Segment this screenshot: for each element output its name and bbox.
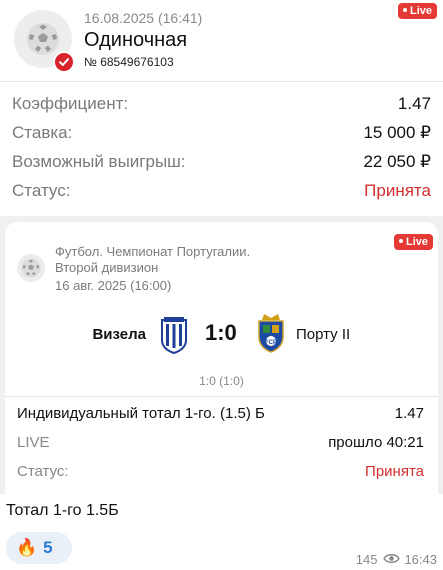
league-name: Футбол. Чемпионат Португалии. Второй див… — [55, 244, 250, 276]
bet-date: 16.08.2025 (16:41) — [84, 10, 203, 26]
svg-text:FCP: FCP — [265, 340, 277, 346]
eye-icon — [383, 552, 401, 567]
status-value: Принята — [364, 181, 431, 200]
soccer-ball-icon — [17, 254, 45, 282]
fire-reaction-button[interactable]: 🔥 5 — [6, 532, 72, 564]
event-live-badge: Live — [393, 234, 433, 250]
fire-icon: 🔥 — [16, 538, 38, 557]
bet-summary: Коэффициент: 1.47 Ставка: 15 000 ₽ Возмо… — [0, 82, 443, 216]
message-meta: 145 16:43 — [356, 552, 437, 567]
view-count: 145 — [355, 552, 378, 567]
status-label: Статус: — [12, 181, 71, 200]
market-row: Индивидуальный тотал 1-го. (1.5) Б 1.47 — [17, 405, 424, 425]
win-label: Возможный выигрыш: — [12, 152, 186, 171]
divider — [5, 396, 438, 397]
halftime-score: 1:0 (1:0) — [199, 374, 244, 388]
league-line-2: Второй дивизион — [55, 260, 159, 275]
league-line-1: Футбол. Чемпионат Португалии. — [55, 244, 251, 259]
live-badge: Live — [397, 3, 437, 19]
live-row: LIVE прошло 40:21 — [17, 434, 424, 454]
away-team-crest-icon: FCP — [255, 312, 287, 359]
status-row: Статус: Принята — [12, 181, 431, 205]
coef-row: Коэффициент: 1.47 — [12, 94, 431, 118]
check-badge-icon — [53, 51, 75, 73]
win-row: Возможный выигрыш: 22 050 ₽ — [12, 152, 431, 176]
market-name: Индивидуальный тотал 1-го. (1.5) Б — [17, 405, 265, 422]
bet-number: № 68549676103 — [84, 55, 174, 69]
match-score: 1:0 — [205, 320, 237, 345]
live-text: LIVE — [17, 434, 50, 451]
market-coef: 1.47 — [394, 405, 424, 422]
message-caption: Тотал 1-го 1.5Б — [6, 502, 119, 519]
home-team-crest-icon — [160, 316, 188, 359]
bet-type: Одиночная — [84, 29, 188, 51]
event-card[interactable]: Live Футбол. Чемпионат Португалии. Второ… — [5, 222, 438, 494]
event-date: 16 авг. 2025 (16:00) — [55, 278, 172, 293]
elapsed-time: прошло 40:21 — [328, 434, 424, 451]
stake-value: 15 000 ₽ — [363, 123, 431, 142]
stake-label: Ставка: — [12, 123, 73, 142]
event-status-value: Принята — [365, 463, 424, 480]
coef-label: Коэффициент: — [12, 94, 129, 113]
event-status-row: Статус: Принята — [17, 463, 424, 483]
message-time: 16:43 — [404, 552, 437, 567]
stake-row: Ставка: 15 000 ₽ — [12, 123, 431, 147]
win-value: 22 050 ₽ — [363, 152, 431, 171]
event-status-label: Статус: — [17, 463, 69, 480]
home-team-name: Визела — [92, 326, 146, 343]
coef-value: 1.47 — [397, 94, 431, 113]
bet-header-card: 16.08.2025 (16:41) Одиночная № 685496761… — [0, 0, 443, 82]
reaction-count: 5 — [43, 538, 53, 557]
away-team-name: Порту II — [296, 326, 351, 343]
